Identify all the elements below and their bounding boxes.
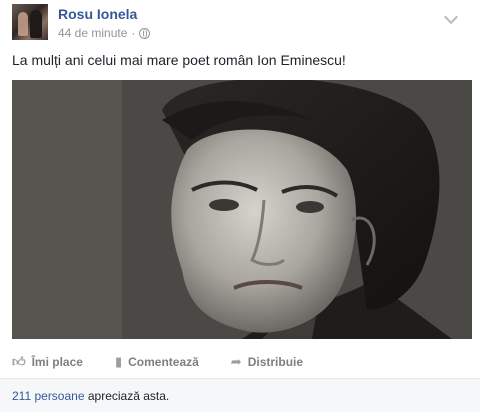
share-arrow-icon: ➦ (230, 354, 242, 369)
likes-count-link[interactable]: 211 persoane (12, 389, 85, 403)
likes-summary-bar: 211 persoane apreciază asta. (0, 378, 480, 412)
share-button[interactable]: ➦ Distribuie (231, 354, 303, 370)
likes-summary: 211 persoane apreciază asta. (12, 389, 169, 403)
like-button[interactable]: 👍︎ Îmi place (12, 354, 83, 370)
chevron-down-icon[interactable] (443, 9, 459, 25)
post-photo[interactable] (12, 80, 472, 339)
post-meta: 44 de minute · (58, 26, 151, 40)
portrait-illustration (12, 80, 472, 339)
likes-suffix: apreciază asta. (87, 389, 170, 403)
author-name-link[interactable]: Rosu Ionela (58, 6, 137, 22)
post-text: La mulți ani celui mai mare poet român I… (12, 52, 346, 68)
comment-icon: ▮ (114, 354, 123, 369)
globe-icon (139, 27, 151, 39)
avatar-figure (18, 12, 28, 36)
avatar[interactable] (12, 4, 48, 40)
avatar-figure (30, 10, 42, 38)
post-actions: 👍︎ Îmi place ▮ Comentează ➦ Distribuie (12, 351, 468, 373)
like-label: Îmi place (31, 355, 83, 369)
meta-separator: · (131, 26, 136, 40)
comment-label: Comentează (128, 355, 199, 369)
comment-button[interactable]: ▮ Comentează (115, 354, 199, 370)
thumbs-up-icon: 👍︎ (12, 354, 26, 369)
post-card: Rosu Ionela 44 de minute · La mulți ani … (0, 0, 480, 412)
share-label: Distribuie (247, 355, 304, 369)
post-header: Rosu Ionela 44 de minute · (12, 4, 468, 44)
post-timestamp[interactable]: 44 de minute (58, 26, 127, 40)
